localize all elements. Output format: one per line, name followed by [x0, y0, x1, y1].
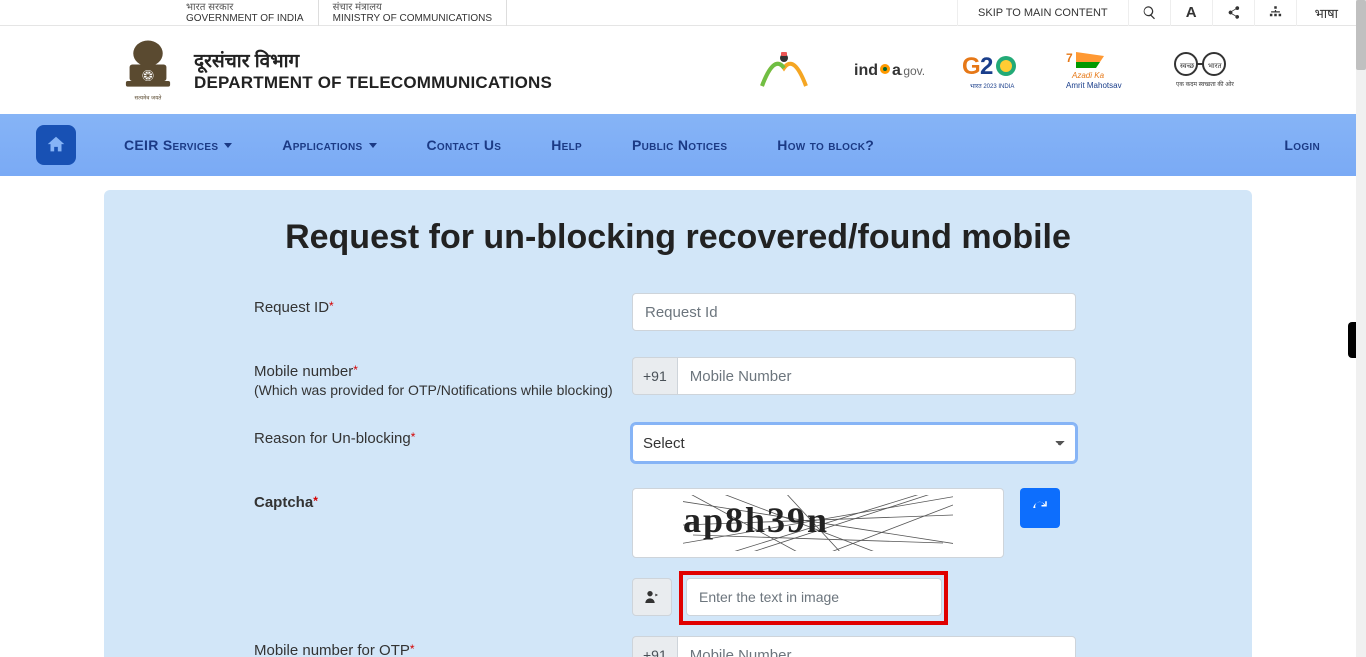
mobile-number-sublabel: (Which was provided for OTP/Notification…	[254, 382, 632, 398]
reason-select[interactable]: Select	[632, 424, 1076, 462]
svg-text:भारत: भारत	[1208, 63, 1223, 70]
nav-help[interactable]: Help	[551, 137, 582, 153]
unblock-form-card: Request for un-blocking recovered/found …	[104, 190, 1252, 657]
svg-text:सत्यमेव जयते: सत्यमेव जयते	[135, 94, 163, 101]
captcha-input[interactable]	[686, 578, 942, 616]
dept-hindi: दूरसंचार विभाग	[194, 47, 552, 73]
svg-text:2: 2	[980, 53, 993, 80]
captcha-image: ap8h39n	[632, 488, 1004, 558]
svg-text:.gov.in: .gov.in	[900, 64, 924, 78]
svg-text:Azadi Ka: Azadi Ka	[1071, 71, 1105, 80]
login-link[interactable]: Login	[1284, 137, 1320, 153]
sanchar-saathi-logo	[754, 48, 814, 92]
ministry-block: संचार मंत्रालय MINISTRY OF COMMUNICATION…	[319, 0, 507, 26]
text-size-icon[interactable]: A	[1170, 0, 1212, 26]
chevron-down-icon	[224, 143, 232, 148]
nav-ceir-services[interactable]: CEIR Services	[124, 137, 232, 153]
side-widget-tab[interactable]	[1348, 322, 1356, 358]
national-emblem-icon: सत्यमेव जयते	[118, 34, 178, 106]
ministry-hi: संचार मंत्रालय	[333, 2, 382, 13]
gov-india-block: भारत सरकार GOVERNMENT OF INDIA	[172, 0, 319, 26]
request-id-label: Request ID*	[254, 293, 632, 316]
otp-mobile-label: Mobile number for OTP*	[254, 636, 632, 657]
nav-public-notices[interactable]: Public Notices	[632, 137, 727, 153]
mobile-number-input[interactable]	[677, 357, 1076, 395]
scrollbar-thumb[interactable]	[1356, 0, 1366, 70]
svg-text:7: 7	[1066, 51, 1073, 65]
main-nav: CEIR Services Applications Contact Us He…	[0, 114, 1356, 176]
spectacles-logo: स्वच्छ भारत एक कदम स्वच्छता की ओर	[1166, 48, 1236, 92]
gov-india-en: GOVERNMENT OF INDIA	[186, 13, 304, 24]
language-switch[interactable]: भाषा	[1296, 0, 1356, 26]
dept-english: DEPARTMENT OF TELECOMMUNICATIONS	[194, 73, 552, 93]
svg-text:ind: ind	[854, 62, 878, 79]
otp-mobile-prefix: +91	[632, 636, 677, 657]
azadi-mahotsav-logo: 7 Azadi KaAmrit Mahotsav	[1064, 48, 1128, 92]
captcha-text: ap8h39n	[683, 499, 829, 541]
request-id-input[interactable]	[632, 293, 1076, 331]
site-header: सत्यमेव जयते दूरसंचार विभाग DEPARTMENT O…	[0, 26, 1356, 114]
ministry-en: MINISTRY OF COMMUNICATIONS	[333, 13, 492, 24]
nav-applications[interactable]: Applications	[282, 137, 376, 153]
nav-contact-us[interactable]: Contact Us	[427, 137, 502, 153]
svg-text:G: G	[962, 53, 981, 80]
search-icon[interactable]	[1128, 0, 1170, 26]
nav-how-to-block[interactable]: How to block?	[777, 137, 874, 153]
chevron-down-icon	[369, 143, 377, 148]
skip-to-main-link[interactable]: SKIP TO MAIN CONTENT	[957, 0, 1128, 26]
page-title: Request for un-blocking recovered/found …	[254, 218, 1102, 257]
gov-top-bar: भारत सरकार GOVERNMENT OF INDIA संचार मंत…	[0, 0, 1356, 26]
sitemap-icon[interactable]	[1254, 0, 1296, 26]
svg-text:एक कदम स्वच्छता की ओर: एक कदम स्वच्छता की ओर	[1176, 80, 1234, 88]
mobile-number-label: Mobile number* (Which was provided for O…	[254, 357, 632, 398]
g20-logo: G2 भारत 2023 INDIA	[962, 48, 1026, 92]
home-button[interactable]	[36, 125, 76, 165]
captcha-refresh-button[interactable]	[1020, 488, 1060, 528]
department-title: दूरसंचार विभाग DEPARTMENT OF TELECOMMUNI…	[194, 47, 552, 93]
svg-text:स्वच्छ: स्वच्छ	[1180, 63, 1195, 70]
mobile-prefix: +91	[632, 357, 677, 395]
reason-label: Reason for Un-blocking*	[254, 424, 632, 447]
otp-mobile-input[interactable]	[677, 636, 1076, 657]
india-gov-logo: inda.gov.in	[852, 48, 924, 92]
share-icon[interactable]	[1212, 0, 1254, 26]
captcha-audio-button[interactable]	[632, 578, 672, 616]
page-scrollbar[interactable]	[1356, 0, 1366, 657]
svg-text:भारत 2023 INDIA: भारत 2023 INDIA	[970, 84, 1014, 90]
captcha-label: Captcha*	[254, 488, 632, 511]
svg-text:Amrit Mahotsav: Amrit Mahotsav	[1066, 81, 1122, 90]
gov-india-hi: भारत सरकार	[186, 2, 233, 13]
